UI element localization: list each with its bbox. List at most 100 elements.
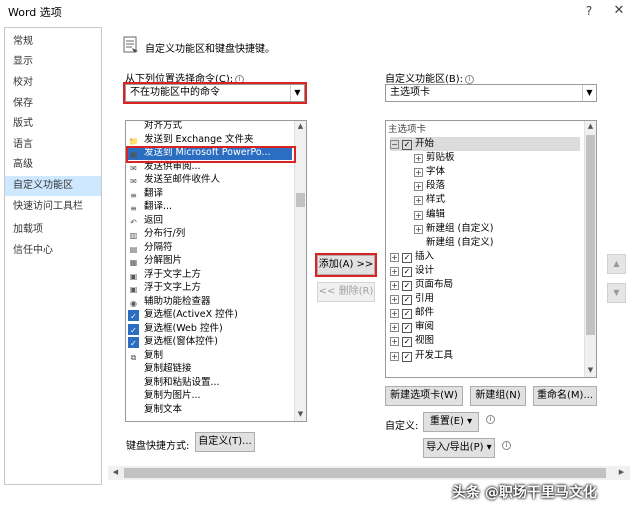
tree-item[interactable]: + 编辑 <box>414 208 445 222</box>
commands-scrollbar[interactable]: ▲ ▼ <box>294 121 306 421</box>
tree-item[interactable]: + 剪贴板 <box>414 151 455 165</box>
tree-item[interactable]: 新建组 (自定义) <box>414 236 493 250</box>
tree-item[interactable]: + 样式 <box>414 193 445 207</box>
command-item[interactable]: ✓ 复选框(ActiveX 控件) <box>128 308 238 322</box>
tree-item[interactable]: + 新建组 (自定义) <box>414 222 493 236</box>
expand-icon[interactable]: + <box>414 168 423 178</box>
sidebar-item-display[interactable]: 显示 <box>5 52 101 72</box>
collapse-icon[interactable]: − <box>390 140 399 149</box>
choose-commands-select[interactable]: 不在功能区中的命令 ▼ <box>125 84 305 102</box>
tree-item[interactable]: + ✓ 邮件 <box>390 306 434 320</box>
expand-icon[interactable]: + <box>390 351 399 361</box>
command-item[interactable]: 对齐方式 <box>128 121 182 133</box>
command-item[interactable]: 📁 发送到 Exchange 文件夹 <box>128 133 254 147</box>
ribbon-tree-scrollbar[interactable]: ▲ ▼ <box>584 121 596 377</box>
import-export-button[interactable]: 导入/导出(P) ▾ <box>423 438 495 458</box>
scroll-thumb[interactable] <box>296 193 305 207</box>
tree-item[interactable]: + ✓ 插入 <box>390 250 434 264</box>
sidebar-item-trust-center[interactable]: 信任中心 <box>5 241 101 261</box>
command-item[interactable]: ▥ 分布行/列 <box>128 227 185 241</box>
rename-button[interactable]: 重命名(M)... <box>533 386 597 406</box>
chevron-down-icon[interactable]: ▼ <box>582 85 596 101</box>
expand-icon[interactable]: + <box>414 182 423 192</box>
new-tab-button[interactable]: 新建选项卡(W) <box>385 386 463 406</box>
expand-icon[interactable]: + <box>390 309 399 319</box>
tree-item[interactable]: + ✓ 开发工具 <box>390 349 453 363</box>
sidebar-item-addins[interactable]: 加载项 <box>5 220 101 240</box>
tree-item[interactable]: + ✓ 页面布局 <box>390 278 453 292</box>
tree-item[interactable]: + ✓ 审阅 <box>390 320 434 334</box>
add-button[interactable]: 添加(A) >> <box>317 255 375 275</box>
sidebar-item-save[interactable]: 保存 <box>5 94 101 114</box>
expand-icon[interactable]: + <box>414 154 423 164</box>
scroll-up-icon[interactable]: ▲ <box>585 121 596 132</box>
sidebar-item-layout[interactable]: 版式 <box>5 114 101 134</box>
tree-item[interactable]: + ✓ 视图 <box>390 334 434 348</box>
tree-item[interactable]: + 字体 <box>414 165 445 179</box>
expand-icon[interactable]: + <box>390 295 399 305</box>
new-group-button[interactable]: 新建组(N) <box>470 386 526 406</box>
expand-icon[interactable]: + <box>390 266 399 276</box>
remove-button[interactable]: << 删除(R) <box>317 282 375 302</box>
tree-item[interactable]: − ✓ 开始 <box>390 137 580 151</box>
tree-item[interactable]: + 段落 <box>414 179 445 193</box>
command-item[interactable]: ◉ 辅助功能检查器 <box>128 295 211 309</box>
command-item[interactable]: ▦ 分解图片 <box>128 254 182 268</box>
command-item[interactable]: 复制超链接 <box>128 362 192 376</box>
checkbox-icon[interactable]: ✓ <box>402 281 412 291</box>
command-item[interactable]: ✓ 复选框(Web 控件) <box>128 322 223 336</box>
horizontal-scrollbar[interactable]: ◀ ▶ <box>108 466 630 480</box>
customize-shortcuts-button[interactable]: 自定义(T)... <box>195 432 255 452</box>
customize-ribbon-select[interactable]: 主选项卡 ▼ <box>385 84 597 102</box>
command-item[interactable]: ≡ 翻译... <box>128 200 172 214</box>
command-item[interactable]: ↶ 返回 <box>128 214 163 228</box>
sidebar-item-proofing[interactable]: 校对 <box>5 73 101 93</box>
command-item[interactable]: 复制和粘贴设置... <box>128 376 220 390</box>
command-item[interactable]: ≡ 翻译 <box>128 187 163 201</box>
scroll-up-icon[interactable]: ▲ <box>295 121 306 132</box>
scroll-right-icon[interactable]: ▶ <box>616 467 627 478</box>
command-item[interactable]: ▣ 浮于文字上方 <box>128 268 201 282</box>
sidebar-item-language[interactable]: 语言 <box>5 135 101 155</box>
sidebar-item-advanced[interactable]: 高级 <box>5 155 101 175</box>
command-item[interactable]: 复制文本 <box>128 403 182 417</box>
sidebar-item-customize-ribbon[interactable]: 自定义功能区 <box>5 176 101 196</box>
expand-icon[interactable]: + <box>414 210 423 220</box>
sidebar-item-general[interactable]: 常规 <box>5 32 101 52</box>
expand-icon[interactable]: + <box>414 196 423 206</box>
checkbox-icon[interactable]: ✓ <box>402 351 412 362</box>
reset-dropdown-button[interactable]: 重置(E) ▾ <box>423 412 479 432</box>
expand-icon[interactable]: + <box>390 323 399 333</box>
checkbox-icon[interactable]: ✓ <box>402 295 412 306</box>
sidebar-item-quick-access[interactable]: 快速访问工具栏 <box>5 197 101 217</box>
tree-item[interactable]: + ✓ 设计 <box>390 264 434 278</box>
help-icon[interactable]: ? <box>578 2 600 20</box>
move-up-icon[interactable]: ▲ <box>607 254 626 274</box>
chevron-down-icon[interactable]: ▼ <box>290 85 304 101</box>
checkbox-icon[interactable]: ✓ <box>402 337 412 348</box>
horizontal-scroll-thumb[interactable] <box>124 468 606 478</box>
command-item[interactable]: ✓ 复选框(窗体控件) <box>128 335 218 349</box>
checkbox-icon[interactable]: ✓ <box>402 309 412 320</box>
command-item[interactable]: 复制为图片... <box>128 389 201 403</box>
expand-icon[interactable]: + <box>414 224 423 234</box>
close-icon[interactable]: ✕ <box>606 2 632 20</box>
move-down-icon[interactable]: ▼ <box>607 283 626 303</box>
checkbox-icon[interactable]: ✓ <box>402 252 412 263</box>
expand-icon[interactable]: + <box>390 281 399 290</box>
command-item[interactable]: ▤ 分隔符 <box>128 241 173 255</box>
scroll-down-icon[interactable]: ▼ <box>585 365 596 376</box>
command-item[interactable]: ⧉ 复制 <box>128 349 163 363</box>
scroll-thumb[interactable] <box>586 135 595 335</box>
checkbox-icon[interactable]: ✓ <box>402 266 412 277</box>
command-item[interactable]: ▣ 浮于文字上方 <box>128 281 201 295</box>
scroll-down-icon[interactable]: ▼ <box>295 409 306 420</box>
command-item[interactable]: ✉ 发送至邮件收件人 <box>128 173 220 187</box>
ribbon-tree[interactable]: 主选项卡 − ✓ 开始 + 剪贴板 + 字体 + 段落 + 样式 + 编辑 + 新建组 (自定义) 新建组 (… <box>385 120 597 378</box>
scroll-left-icon[interactable]: ◀ <box>110 467 121 478</box>
commands-list[interactable]: 对齐方式 📁 发送到 Exchange 文件夹 ▣ 发送到 Microsoft Powe… <box>125 120 307 422</box>
checkbox-icon[interactable]: ✓ <box>402 323 412 334</box>
expand-icon[interactable]: + <box>390 252 399 262</box>
checkbox-icon[interactable]: ✓ <box>402 140 412 150</box>
tree-item[interactable]: + ✓ 引用 <box>390 292 434 306</box>
